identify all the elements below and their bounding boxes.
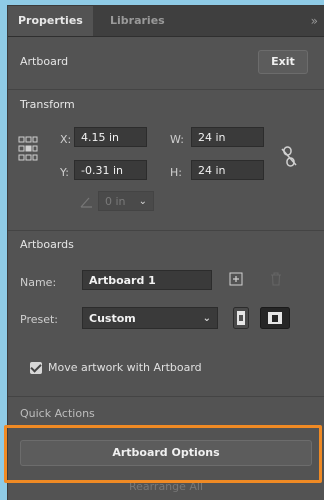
divider — [8, 89, 324, 90]
focus-highlight — [4, 425, 322, 483]
constrain-proportions-icon[interactable] — [281, 146, 297, 168]
portrait-icon[interactable] — [233, 307, 249, 329]
exit-button[interactable]: Exit — [258, 50, 308, 74]
h-field[interactable]: 24 in — [191, 160, 264, 180]
preset-value: Custom — [89, 312, 136, 325]
tab-properties[interactable]: Properties — [8, 6, 93, 36]
move-artwork-label: Move artwork with Artboard — [48, 361, 202, 374]
x-field[interactable]: 4.15 in — [74, 127, 147, 147]
rotate-value: 0 in — [105, 195, 126, 208]
y-field[interactable]: -0.31 in — [74, 160, 147, 180]
move-artwork-checkbox[interactable] — [30, 362, 42, 374]
tab-bar: Properties Libraries » — [8, 6, 324, 37]
y-label: Y: — [60, 166, 69, 179]
collapse-panel-icon[interactable]: » — [311, 6, 318, 36]
reference-point-icon[interactable] — [18, 136, 38, 164]
x-label: X: — [60, 133, 72, 146]
new-artboard-icon[interactable] — [229, 272, 243, 286]
chevron-down-icon: ⌄ — [202, 313, 211, 324]
rotate-field: 0 in ⌄ — [98, 191, 154, 211]
preset-select[interactable]: Custom ⌄ — [82, 307, 218, 329]
h-label: H: — [170, 166, 182, 179]
divider — [8, 396, 324, 397]
preset-label: Preset: — [20, 313, 59, 326]
quick-actions-title: Quick Actions — [20, 407, 95, 420]
chevron-down-icon: ⌄ — [138, 196, 147, 207]
name-field[interactable]: Artboard 1 — [82, 270, 212, 290]
w-field[interactable]: 24 in — [191, 127, 264, 147]
landscape-icon[interactable] — [260, 307, 290, 329]
delete-artboard-icon — [271, 272, 281, 286]
artboards-title: Artboards — [20, 238, 74, 251]
artboard-label: Artboard — [20, 55, 69, 68]
tab-libraries[interactable]: Libraries — [100, 6, 175, 36]
name-label: Name: — [20, 276, 57, 289]
w-label: W: — [170, 133, 184, 146]
angle-icon — [80, 197, 92, 208]
transform-title: Transform — [20, 98, 75, 111]
divider — [8, 230, 324, 231]
